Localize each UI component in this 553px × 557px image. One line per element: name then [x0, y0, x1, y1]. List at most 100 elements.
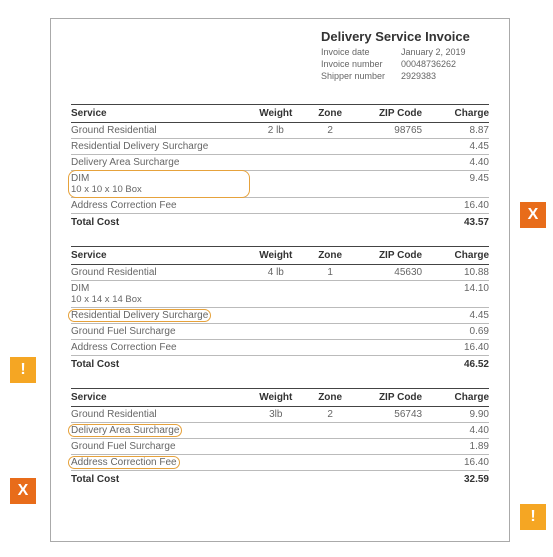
total-row: Total Cost 43.57	[71, 214, 489, 231]
invoice-table: ServiceWeightZoneZIP CodeChargeGround Re…	[71, 104, 489, 230]
header-row: Invoice number00048736262	[321, 58, 489, 70]
total-value: 46.52	[422, 356, 489, 373]
weight-cell	[247, 281, 306, 308]
callout-alert-icon: !	[520, 504, 546, 530]
zone-cell: 1	[305, 265, 355, 281]
weight-cell	[247, 308, 306, 324]
table-row: Ground Residential3lb2567439.90	[71, 407, 489, 423]
header-row: Invoice dateJanuary 2, 2019	[321, 46, 489, 58]
invoice-title: Delivery Service Invoice	[321, 29, 489, 44]
service-cell: DIM10 x 14 x 14 Box	[71, 281, 247, 308]
service-cell: DIM10 x 10 x 10 Box	[71, 171, 247, 198]
table-row: Ground Fuel Surcharge1.89	[71, 439, 489, 455]
charge-cell: 8.87	[422, 123, 489, 139]
weight-cell	[247, 340, 306, 356]
total-value: 43.57	[422, 214, 489, 231]
charge-cell: 0.69	[422, 324, 489, 340]
invoice-header: Delivery Service Invoice Invoice dateJan…	[321, 29, 489, 82]
spacer	[355, 356, 422, 373]
zone-cell	[305, 171, 355, 198]
col-header: Charge	[422, 105, 489, 123]
callout-x-icon: X	[10, 478, 36, 504]
col-header: Zone	[305, 247, 355, 265]
header-label: Invoice number	[321, 58, 401, 70]
col-header: ZIP Code	[355, 105, 422, 123]
service-sub: 10 x 14 x 14 Box	[71, 294, 247, 305]
service-label: Ground Residential	[71, 409, 157, 420]
zone-cell	[305, 455, 355, 471]
total-value: 32.59	[422, 471, 489, 488]
zip-cell	[355, 439, 422, 455]
table-row: Address Correction Fee16.40	[71, 198, 489, 214]
weight-cell	[247, 455, 306, 471]
invoice-table: ServiceWeightZoneZIP CodeChargeGround Re…	[71, 388, 489, 487]
zone-cell: 2	[305, 123, 355, 139]
table-row: Residential Delivery Surcharge4.45	[71, 139, 489, 155]
header-row: Shipper number2929383	[321, 70, 489, 82]
zip-cell	[355, 324, 422, 340]
service-label: Residential Delivery Surcharge	[71, 141, 208, 152]
col-header: Service	[71, 389, 247, 407]
table-row: Ground Residential 2 lb2987658.87	[71, 123, 489, 139]
service-label: Address Correction Fee	[71, 200, 177, 211]
service-label: DIM	[71, 283, 89, 294]
service-cell: Address Correction Fee	[71, 455, 247, 471]
col-header: Weight	[247, 105, 306, 123]
zone-cell	[305, 423, 355, 439]
table-row: Ground Fuel Surcharge0.69	[71, 324, 489, 340]
col-header: Weight	[247, 389, 306, 407]
zip-cell	[355, 139, 422, 155]
service-label: Ground Fuel Surcharge	[71, 441, 176, 452]
service-label: Residential Delivery Surcharge	[71, 310, 208, 321]
service-label: Delivery Area Surcharge	[71, 157, 179, 168]
spacer	[355, 214, 422, 231]
zip-cell: 98765	[355, 123, 422, 139]
service-label: Delivery Area Surcharge	[71, 425, 179, 436]
table-row: Ground Residential4 lb14563010.88	[71, 265, 489, 281]
weight-cell: 2 lb	[247, 123, 306, 139]
spacer	[305, 471, 355, 488]
zip-cell	[355, 155, 422, 171]
service-cell: Ground Residential	[71, 407, 247, 423]
service-label: Ground Residential	[71, 267, 157, 278]
charge-cell: 10.88	[422, 265, 489, 281]
charge-cell: 4.45	[422, 308, 489, 324]
weight-cell	[247, 198, 306, 214]
charge-cell: 16.40	[422, 455, 489, 471]
service-cell: Address Correction Fee	[71, 340, 247, 356]
service-label: Address Correction Fee	[71, 457, 177, 468]
zip-cell	[355, 455, 422, 471]
spacer	[247, 356, 306, 373]
col-header: Zone	[305, 105, 355, 123]
zip-cell	[355, 281, 422, 308]
zone-cell	[305, 308, 355, 324]
zip-cell	[355, 340, 422, 356]
weight-cell	[247, 423, 306, 439]
weight-cell: 3lb	[247, 407, 306, 423]
weight-cell	[247, 439, 306, 455]
service-cell: Ground Residential	[71, 123, 247, 139]
service-cell: Ground Fuel Surcharge	[71, 439, 247, 455]
service-cell: Residential Delivery Surcharge	[71, 139, 247, 155]
charge-cell: 16.40	[422, 340, 489, 356]
col-header: Service	[71, 105, 247, 123]
zone-cell	[305, 139, 355, 155]
callout-alert-icon: !	[10, 357, 36, 383]
spacer	[355, 471, 422, 488]
header-label: Shipper number	[321, 70, 401, 82]
charge-cell: 4.40	[422, 423, 489, 439]
service-label: Ground Residential	[71, 125, 157, 136]
header-value: 00048736262	[401, 59, 456, 69]
total-label: Total Cost	[71, 356, 247, 373]
total-row: Total Cost32.59	[71, 471, 489, 488]
zip-cell	[355, 171, 422, 198]
service-sub: 10 x 10 x 10 Box	[71, 184, 247, 195]
table-row: Delivery Area Surcharge 4.40	[71, 423, 489, 439]
charge-cell: 9.45	[422, 171, 489, 198]
invoice-page: Delivery Service Invoice Invoice dateJan…	[50, 18, 510, 542]
zone-cell	[305, 198, 355, 214]
service-cell: Delivery Area Surcharge	[71, 155, 247, 171]
total-label: Total Cost	[71, 214, 247, 231]
header-value: January 2, 2019	[401, 47, 466, 57]
zone-cell	[305, 281, 355, 308]
